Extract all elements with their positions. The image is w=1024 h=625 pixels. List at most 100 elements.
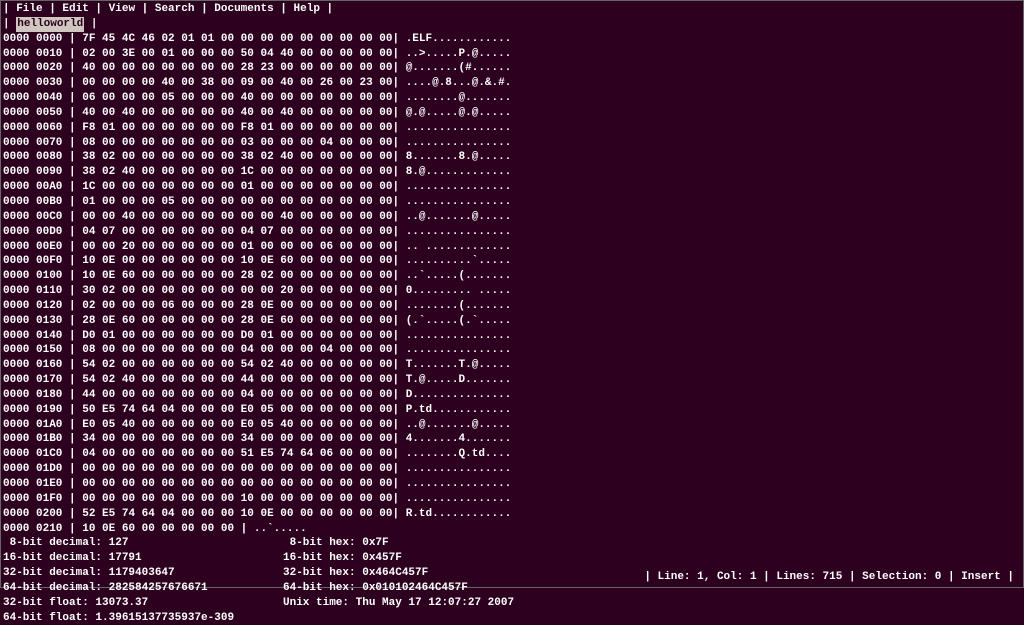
hex-bytes[interactable]: 08 00 00 00 00 00 00 00 03 00 00 00 04 0…	[82, 136, 392, 151]
hex-bytes[interactable]: 10 0E 00 00 00 00 00 00 10 0E 60 00 00 0…	[82, 254, 392, 269]
hex-bytes[interactable]: 04 00 00 00 00 00 00 00 51 E5 74 64 06 0…	[82, 447, 392, 462]
hex-row[interactable]: 0000 01B0 | 34 00 00 00 00 00 00 00 34 0…	[3, 432, 1021, 447]
hex-bytes[interactable]: 30 02 00 00 00 00 00 00 00 00 20 00 00 0…	[82, 284, 392, 299]
hex-bytes[interactable]: 54 02 40 00 00 00 00 00 44 00 00 00 00 0…	[82, 373, 392, 388]
hex-bytes[interactable]: 02 00 3E 00 01 00 00 00 50 04 40 00 00 0…	[82, 47, 392, 62]
hex-ascii[interactable]: D...............	[406, 388, 512, 403]
hex-row[interactable]: 0000 01A0 | E0 05 40 00 00 00 00 00 E0 0…	[3, 418, 1021, 433]
hex-row[interactable]: 0000 00B0 | 01 00 00 00 05 00 00 00 00 0…	[3, 195, 1021, 210]
hex-ascii[interactable]: (.`.....(.`.....	[406, 314, 512, 329]
hex-row[interactable]: 0000 00F0 | 10 0E 00 00 00 00 00 00 10 0…	[3, 254, 1021, 269]
hex-bytes[interactable]: 7F 45 4C 46 02 01 01 00 00 00 00 00 00 0…	[82, 32, 392, 47]
hex-ascii[interactable]: ................	[406, 329, 512, 344]
hex-ascii[interactable]: P.td............	[406, 403, 512, 418]
hex-bytes[interactable]: 10 0E 60 00 00 00 00 00 28 02 00 00 00 0…	[82, 269, 392, 284]
hex-bytes[interactable]: 02 00 00 00 06 00 00 00 28 0E 00 00 00 0…	[82, 299, 392, 314]
hex-bytes[interactable]: 28 0E 60 00 00 00 00 00 28 0E 60 00 00 0…	[82, 314, 392, 329]
hex-bytes[interactable]: 00 00 00 00 40 00 38 00 09 00 40 00 26 0…	[82, 76, 392, 91]
hex-row[interactable]: 0000 0160 | 54 02 00 00 00 00 00 00 54 0…	[3, 358, 1021, 373]
hex-bytes[interactable]: F8 01 00 00 00 00 00 00 F8 01 00 00 00 0…	[82, 121, 392, 136]
hex-row[interactable]: 0000 0000 | 7F 45 4C 46 02 01 01 00 00 0…	[3, 32, 1021, 47]
hex-row[interactable]: 0000 0080 | 38 02 00 00 00 00 00 00 38 0…	[3, 150, 1021, 165]
hex-bytes[interactable]: 40 00 40 00 00 00 00 00 40 00 40 00 00 0…	[82, 106, 392, 121]
hex-ascii[interactable]: .. .............	[406, 240, 512, 255]
hex-row[interactable]: 0000 01D0 | 00 00 00 00 00 00 00 00 00 0…	[3, 462, 1021, 477]
hex-bytes[interactable]: 04 07 00 00 00 00 00 00 04 07 00 00 00 0…	[82, 225, 392, 240]
hex-row[interactable]: 0000 0210 | 10 0E 60 00 00 00 00 00 | ..…	[3, 522, 1021, 537]
hex-ascii[interactable]: 0......... .....	[406, 284, 512, 299]
hex-ascii[interactable]: @.......(#......	[406, 61, 512, 76]
hex-ascii[interactable]: ................	[406, 136, 512, 151]
hex-ascii[interactable]: ..`.....	[254, 522, 307, 537]
hex-ascii[interactable]: ........Q.td....	[406, 447, 512, 462]
hex-row[interactable]: 0000 0150 | 08 00 00 00 00 00 00 00 04 0…	[3, 343, 1021, 358]
menu-documents[interactable]: Documents	[214, 2, 273, 17]
hex-bytes[interactable]: 38 02 40 00 00 00 00 00 1C 00 00 00 00 0…	[82, 165, 392, 180]
hex-row[interactable]: 0000 01F0 | 00 00 00 00 00 00 00 00 10 0…	[3, 492, 1021, 507]
hex-row[interactable]: 0000 00E0 | 00 00 20 00 00 00 00 00 01 0…	[3, 240, 1021, 255]
hex-bytes[interactable]: 40 00 00 00 00 00 00 00 28 23 00 00 00 0…	[82, 61, 392, 76]
hex-row[interactable]: 0000 0090 | 38 02 40 00 00 00 00 00 1C 0…	[3, 165, 1021, 180]
hex-ascii[interactable]: .ELF............	[406, 32, 512, 47]
tab-active[interactable]: helloworld	[16, 17, 84, 32]
hex-ascii[interactable]: ................	[406, 343, 512, 358]
hex-bytes[interactable]: 00 00 00 00 00 00 00 00 00 00 00 00 00 0…	[82, 462, 392, 477]
hex-row[interactable]: 0000 0020 | 40 00 00 00 00 00 00 00 28 2…	[3, 61, 1021, 76]
hex-row[interactable]: 0000 0190 | 50 E5 74 64 04 00 00 00 E0 0…	[3, 403, 1021, 418]
hex-ascii[interactable]: ........@.......	[406, 91, 512, 106]
hex-row[interactable]: 0000 00D0 | 04 07 00 00 00 00 00 00 04 0…	[3, 225, 1021, 240]
hex-row[interactable]: 0000 0060 | F8 01 00 00 00 00 00 00 F8 0…	[3, 121, 1021, 136]
hex-bytes[interactable]: D0 01 00 00 00 00 00 00 D0 01 00 00 00 0…	[82, 329, 392, 344]
hex-bytes[interactable]: 01 00 00 00 05 00 00 00 00 00 00 00 00 0…	[82, 195, 392, 210]
hex-ascii[interactable]: ........(.......	[406, 299, 512, 314]
menu-search[interactable]: Search	[155, 2, 195, 17]
hex-ascii[interactable]: T.......T.@.....	[406, 358, 512, 373]
hex-row[interactable]: 0000 0110 | 30 02 00 00 00 00 00 00 00 0…	[3, 284, 1021, 299]
hex-ascii[interactable]: ..`.....(.......	[406, 269, 512, 284]
hex-row[interactable]: 0000 0050 | 40 00 40 00 00 00 00 00 40 0…	[3, 106, 1021, 121]
hex-ascii[interactable]: ................	[406, 492, 512, 507]
hex-bytes[interactable]: 08 00 00 00 00 00 00 00 04 00 00 00 04 0…	[82, 343, 392, 358]
menu-file[interactable]: File	[16, 2, 42, 17]
hex-ascii[interactable]: ................	[406, 121, 512, 136]
hex-bytes[interactable]: 00 00 00 00 00 00 00 00 00 00 00 00 00 0…	[82, 477, 392, 492]
hex-ascii[interactable]: 8.......8.@.....	[406, 150, 512, 165]
hex-row[interactable]: 0000 0030 | 00 00 00 00 40 00 38 00 09 0…	[3, 76, 1021, 91]
hex-row[interactable]: 0000 0100 | 10 0E 60 00 00 00 00 00 28 0…	[3, 269, 1021, 284]
hex-ascii[interactable]: T.@.....D.......	[406, 373, 512, 388]
hex-bytes[interactable]: 34 00 00 00 00 00 00 00 34 00 00 00 00 0…	[82, 432, 392, 447]
hex-row[interactable]: 0000 0180 | 44 00 00 00 00 00 00 00 04 0…	[3, 388, 1021, 403]
hex-ascii[interactable]: R.td............	[406, 507, 512, 522]
hex-ascii[interactable]: ................	[406, 180, 512, 195]
hex-ascii[interactable]: ..@.......@.....	[406, 210, 512, 225]
hex-bytes[interactable]: 50 E5 74 64 04 00 00 00 E0 05 00 00 00 0…	[82, 403, 392, 418]
hex-bytes[interactable]: 38 02 00 00 00 00 00 00 38 02 40 00 00 0…	[82, 150, 392, 165]
hex-row[interactable]: 0000 0170 | 54 02 40 00 00 00 00 00 44 0…	[3, 373, 1021, 388]
hex-row[interactable]: 0000 0130 | 28 0E 60 00 00 00 00 00 28 0…	[3, 314, 1021, 329]
hex-row[interactable]: 0000 0010 | 02 00 3E 00 01 00 00 00 50 0…	[3, 47, 1021, 62]
hex-ascii[interactable]: 4.......4.......	[406, 432, 512, 447]
hex-ascii[interactable]: ................	[406, 462, 512, 477]
hex-bytes[interactable]: 00 00 00 00 00 00 00 00 10 00 00 00 00 0…	[82, 492, 392, 507]
menu-view[interactable]: View	[109, 2, 135, 17]
hex-ascii[interactable]: ....@.8...@.&.#.	[406, 76, 512, 91]
hex-ascii[interactable]: ..........`.....	[406, 254, 512, 269]
hex-bytes[interactable]: 10 0E 60 00 00 00 00 00	[82, 522, 240, 537]
hex-ascii[interactable]: ................	[406, 225, 512, 240]
hex-row[interactable]: 0000 00C0 | 00 00 40 00 00 00 00 00 00 0…	[3, 210, 1021, 225]
hex-ascii[interactable]: ..@.......@.....	[406, 418, 512, 433]
hex-row[interactable]: 0000 01C0 | 04 00 00 00 00 00 00 00 51 E…	[3, 447, 1021, 462]
hex-ascii[interactable]: ................	[406, 195, 512, 210]
hex-row[interactable]: 0000 0070 | 08 00 00 00 00 00 00 00 03 0…	[3, 136, 1021, 151]
hex-row[interactable]: 0000 0040 | 06 00 00 00 05 00 00 00 40 0…	[3, 91, 1021, 106]
hex-bytes[interactable]: 00 00 40 00 00 00 00 00 00 00 40 00 00 0…	[82, 210, 392, 225]
hex-ascii[interactable]: ................	[406, 477, 512, 492]
hex-ascii[interactable]: 8.@.............	[406, 165, 512, 180]
hex-row[interactable]: 0000 0120 | 02 00 00 00 06 00 00 00 28 0…	[3, 299, 1021, 314]
hex-bytes[interactable]: 44 00 00 00 00 00 00 00 04 00 00 00 00 0…	[82, 388, 392, 403]
hex-bytes[interactable]: 06 00 00 00 05 00 00 00 40 00 00 00 00 0…	[82, 91, 392, 106]
hex-ascii[interactable]: @.@.....@.@.....	[406, 106, 512, 121]
hex-bytes[interactable]: E0 05 40 00 00 00 00 00 E0 05 40 00 00 0…	[82, 418, 392, 433]
hex-editor-view[interactable]: 0000 0000 | 7F 45 4C 46 02 01 01 00 00 0…	[1, 32, 1023, 537]
menu-edit[interactable]: Edit	[62, 2, 88, 17]
